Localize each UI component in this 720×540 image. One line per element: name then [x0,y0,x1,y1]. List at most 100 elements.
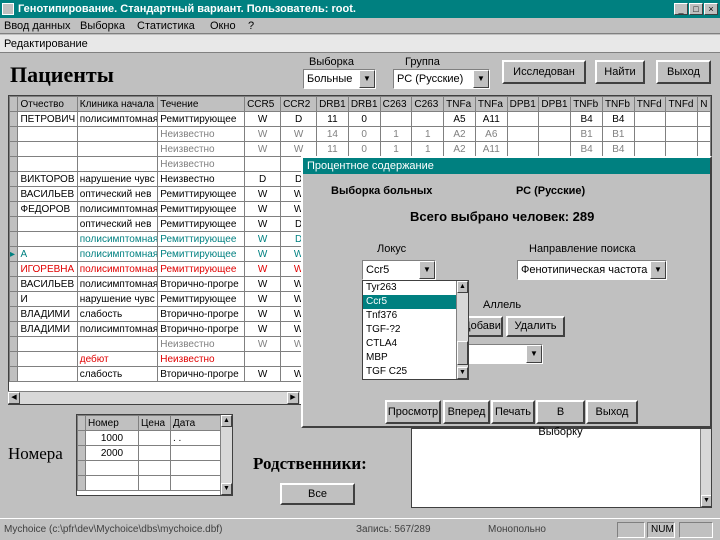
column-header[interactable]: TNFb [601,96,635,112]
table-cell[interactable]: полисимптомная [76,246,159,262]
scroll-down-icon[interactable]: ▼ [701,495,711,507]
table-cell[interactable] [76,141,159,157]
row-selector[interactable] [9,111,19,127]
table-cell[interactable]: ИГОРЕВНА [17,261,78,277]
table-cell[interactable] [506,141,540,157]
table-cell[interactable]: Вторично-прогре [157,321,246,337]
list-item[interactable]: MBP [363,351,468,365]
table-cell[interactable] [665,111,699,127]
table-cell[interactable]: ВАСИЛЬЕВ [17,276,78,292]
table-cell[interactable]: W [244,321,282,337]
table-cell[interactable] [538,111,572,127]
table-cell[interactable] [17,351,78,367]
table-cell[interactable]: W [244,216,282,232]
table-cell[interactable] [17,336,78,352]
column-header[interactable]: Отчество [17,96,78,112]
column-header[interactable]: TNFd [665,96,699,112]
table-cell[interactable]: Неизвестно [157,171,246,187]
table-cell[interactable]: полисимптомная [76,321,159,337]
table-cell[interactable]: полисимптомная [76,111,159,127]
allele-select[interactable]: ▼ [461,344,543,364]
table-cell[interactable]: 1 [379,126,413,142]
table-cell[interactable] [138,430,171,446]
table-cell[interactable]: ФЕДОРОВ [17,201,78,217]
column-header[interactable]: C263 [379,96,413,112]
chevron-down-icon[interactable]: ▼ [473,70,489,88]
table-cell[interactable]: W [244,231,282,247]
scroll-left-icon[interactable]: ◀ [8,392,20,404]
row-selector[interactable] [9,126,19,142]
table-cell[interactable]: Ремиттирующее [157,216,246,232]
table-cell[interactable]: W [244,126,282,142]
table-cell[interactable]: W [244,141,282,157]
column-header[interactable]: DPB1 [538,96,572,112]
table-cell[interactable]: Вторично-прогре [157,276,246,292]
chevron-down-icon[interactable]: ▼ [359,70,375,88]
table-cell[interactable]: A6 [474,126,508,142]
table-cell[interactable] [379,111,413,127]
table-cell[interactable]: оптический нев [76,216,159,232]
list-item[interactable]: Tyr263 [363,281,468,295]
column-header[interactable]: TNFb [570,96,603,112]
table-cell[interactable] [138,445,171,461]
patients-hscroll[interactable]: ◀ ▶ [8,391,300,404]
table-cell[interactable]: W [280,126,318,142]
table-cell[interactable] [633,126,667,142]
table-cell[interactable]: Неизвестно [157,156,246,172]
table-cell[interactable]: Ремиттирующее [157,231,246,247]
table-cell[interactable] [633,111,667,127]
list-item[interactable]: TGF-?2 [363,323,468,337]
table-cell[interactable]: W [244,276,282,292]
column-header[interactable]: DPB1 [506,96,540,112]
table-cell[interactable]: оптический нев [76,186,159,202]
table-cell[interactable]: 0 [347,126,381,142]
table-cell[interactable]: W [244,201,282,217]
table-row[interactable]: 2000 [77,445,221,461]
row-selector[interactable] [9,141,19,157]
table-cell[interactable]: 0 [347,111,381,127]
table-cell[interactable]: 11 [316,141,349,157]
column-header[interactable]: Клиника начала [76,96,159,112]
column-header[interactable]: DRB1 [316,96,349,112]
table-cell[interactable]: A2 [443,141,476,157]
chevron-down-icon[interactable]: ▼ [419,261,435,279]
scroll-down-icon[interactable]: ▼ [221,483,232,495]
table-cell[interactable] [697,126,711,142]
print-button[interactable]: Печать [491,400,535,424]
table-cell[interactable]: W [244,246,282,262]
menu-statistics[interactable]: Статистика [137,19,195,33]
numbers-vscroll[interactable]: ▲ ▼ [220,415,232,495]
table-cell[interactable]: Вторично-прогре [157,366,246,382]
table-cell[interactable]: A11 [474,141,508,157]
scroll-up-icon[interactable]: ▲ [221,415,232,427]
table-cell[interactable]: B4 [570,111,603,127]
table-cell[interactable]: 1000 [85,430,139,446]
table-cell[interactable] [697,111,711,127]
table-cell[interactable]: полисимптомная [76,231,159,247]
table-cell[interactable]: W [244,186,282,202]
row-selector[interactable] [9,156,19,172]
column-header[interactable]: TNFa [474,96,508,112]
table-cell[interactable]: 1 [411,141,445,157]
maximize-button[interactable]: □ [689,3,703,15]
scroll-down-icon[interactable]: ▼ [457,367,468,379]
table-cell[interactable] [538,126,572,142]
table-cell[interactable]: D [244,171,282,187]
table-cell[interactable]: W [244,291,282,307]
list-item[interactable]: TGF C25 [363,365,468,379]
table-cell[interactable]: Ремиттирующее [157,246,246,262]
direction-select[interactable]: Фенотипическая частота ▼ [517,260,667,280]
table-cell[interactable] [506,126,540,142]
table-cell[interactable]: слабость [76,306,159,322]
table-cell[interactable]: Неизвестно [157,351,246,367]
relatives-vscroll[interactable]: ▼ [700,429,711,507]
row-selector[interactable] [9,321,19,337]
table-cell[interactable] [17,141,78,157]
dialog-exit-button[interactable]: Выход [586,400,638,424]
table-cell[interactable]: B1 [601,126,635,142]
menu-data-entry[interactable]: Ввод данных [4,19,71,33]
table-cell[interactable]: А [17,246,78,262]
menu-selection[interactable]: Выборка [80,19,125,33]
table-cell[interactable]: W [280,141,318,157]
table-cell[interactable]: Ремиттирующее [157,261,246,277]
